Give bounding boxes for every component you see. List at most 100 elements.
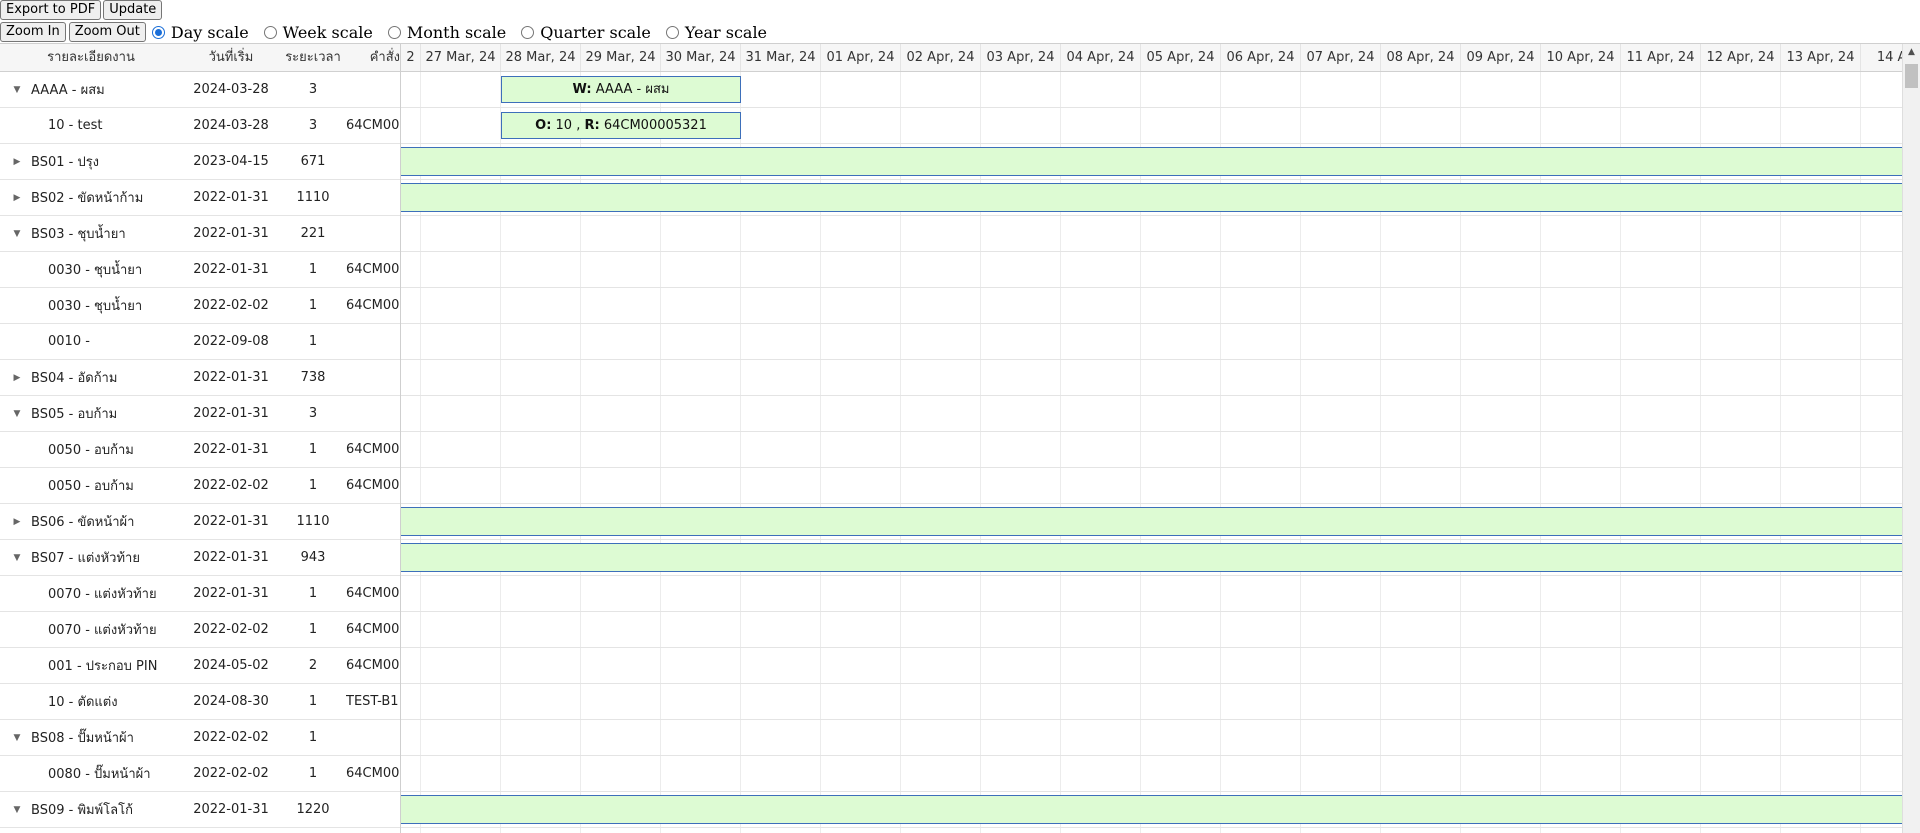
task-name: BS04 - อัดก้าม xyxy=(31,371,118,386)
task-start-cell: 2024-03-28 xyxy=(193,82,269,97)
radio-label: Year scale xyxy=(684,22,768,42)
table-row[interactable]: ▶ BS06 - ขัดหน้าผ้า 2022-01-31 1110 xyxy=(0,504,400,540)
zoom-out-button[interactable]: Zoom Out xyxy=(68,22,146,42)
scale-radio-year-scale[interactable]: Year scale xyxy=(665,22,768,42)
table-row[interactable]: 0050 - อบก้าม 2022-02-02 1 64CM00 xyxy=(0,468,400,504)
gantt-bar-task[interactable]: W: AAAA - ผสม xyxy=(501,76,741,103)
table-row[interactable]: 0070 - แต่งหัวท้าย 2022-01-31 1 64CM00 xyxy=(0,576,400,612)
task-order-cell: 64CM00 xyxy=(346,766,400,781)
table-row[interactable]: ▶ BS02 - ขัดหน้าก้าม 2022-01-31 1110 xyxy=(0,180,400,216)
task-name-cell: 10 - ตัดแต่ง xyxy=(0,691,182,712)
column-header-order[interactable]: คำสั่ง xyxy=(346,44,400,71)
gantt-bar-summary[interactable] xyxy=(401,507,1902,536)
bar-label-key: R: xyxy=(584,118,600,133)
radio-button-icon[interactable] xyxy=(665,25,679,39)
table-row[interactable]: 0070 - แต่งหัวท้าย 2022-02-02 1 64CM00 xyxy=(0,612,400,648)
timeline-row xyxy=(401,216,1902,252)
radio-button-icon[interactable] xyxy=(151,25,165,39)
column-header-name[interactable]: รายละเอียดงาน xyxy=(0,44,182,71)
collapse-icon[interactable]: ▼ xyxy=(12,409,22,419)
radio-button-icon[interactable] xyxy=(387,25,401,39)
expand-icon[interactable]: ▶ xyxy=(12,193,22,203)
task-name-cell: ▶ BS01 - ปรุง xyxy=(0,151,182,172)
gantt-bar-summary[interactable] xyxy=(401,795,1902,824)
table-row[interactable]: ▼ BS07 - แต่งหัวท้าย 2022-01-31 943 xyxy=(0,540,400,576)
task-start-cell: 2022-02-02 xyxy=(193,298,269,313)
task-order-cell: TEST-B1 xyxy=(346,694,399,709)
collapse-icon[interactable]: ▼ xyxy=(12,553,22,563)
task-start-cell: 2022-09-08 xyxy=(193,334,269,349)
task-name-cell: 001 - ประกอบ PIN xyxy=(0,655,182,676)
table-row[interactable]: ▼ BS03 - ชุบน้ำยา 2022-01-31 221 xyxy=(0,216,400,252)
gantt-bar-task[interactable]: O: 10 , R: 64CM00005321 xyxy=(501,112,741,139)
timeline-row xyxy=(401,144,1902,180)
scale-radio-day-scale[interactable]: Day scale xyxy=(151,23,249,42)
collapse-icon[interactable]: ▼ xyxy=(12,805,22,815)
update-button[interactable]: Update xyxy=(103,0,163,20)
timeline-row xyxy=(401,684,1902,720)
scrollbar-thumb[interactable] xyxy=(1905,64,1918,88)
table-row[interactable]: 0050 - อบก้าม 2022-01-31 1 64CM00 xyxy=(0,432,400,468)
task-name: BS03 - ชุบน้ำยา xyxy=(31,227,126,242)
table-row[interactable]: ▼ BS09 - พิมพ์โลโก้ 2022-01-31 1220 xyxy=(0,792,400,828)
task-duration-cell: 1 xyxy=(308,730,318,745)
task-name: 10 - test xyxy=(48,118,103,133)
timeline-area: 2 27 Mar, 24 28 Mar, 24 29 Mar, 24 30 Mar, 2… xyxy=(401,44,1902,833)
table-row[interactable]: ▼ BS08 - ปั๊มหน้าผ้า 2022-02-02 1 xyxy=(0,720,400,756)
table-row[interactable]: ▶ BS04 - อัดก้าม 2022-01-31 738 xyxy=(0,360,400,396)
task-duration-cell: 1110 xyxy=(296,190,330,205)
expand-icon[interactable]: ▶ xyxy=(12,517,22,527)
expand-icon[interactable]: ▶ xyxy=(12,157,22,167)
scroll-up-icon[interactable]: ▲ xyxy=(1903,44,1920,61)
task-name-cell: ▼ BS07 - แต่งหัวท้าย xyxy=(0,547,182,568)
table-row[interactable]: 0080 - ปั๊มหน้าผ้า 2022-02-02 1 64CM00 xyxy=(0,756,400,792)
task-name-cell: ▶ BS02 - ขัดหน้าก้าม xyxy=(0,187,182,208)
table-row[interactable]: 10 - test 2024-03-28 3 64CM00 xyxy=(0,108,400,144)
gantt-bar-summary[interactable] xyxy=(401,147,1902,176)
grid-rows: ▼ AAAA - ผสม 2024-03-28 3 10 - test 2024-03-2… xyxy=(0,72,400,828)
scale-radio-group: Day scale Week scale Month scale Quarter sc… xyxy=(149,23,779,42)
scale-radio-week-scale[interactable]: Week scale xyxy=(263,23,373,42)
table-row[interactable]: ▼ BS05 - อบก้าม 2022-01-31 3 xyxy=(0,396,400,432)
table-row[interactable]: 0030 - ชุบน้ำยา 2022-01-31 1 64CM00 xyxy=(0,252,400,288)
table-row[interactable]: 0030 - ชุบน้ำยา 2022-02-02 1 64CM00 xyxy=(0,288,400,324)
gantt-chart: รายละเอียดงาน วันที่เริ่ม ระยะเวลา คำสั่… xyxy=(0,43,1920,833)
collapse-icon[interactable]: ▼ xyxy=(12,229,22,239)
task-duration-cell: 2 xyxy=(308,658,318,673)
vertical-scrollbar[interactable]: ▲ xyxy=(1902,44,1920,833)
task-duration-cell: 1 xyxy=(308,586,318,601)
timeline-day-label: 12 Apr, 24 xyxy=(1701,44,1781,71)
radio-button-icon[interactable] xyxy=(521,25,535,39)
task-name: BS06 - ขัดหน้าผ้า xyxy=(31,515,135,530)
column-header-duration[interactable]: ระยะเวลา xyxy=(280,44,346,71)
table-row[interactable]: ▶ BS01 - ปรุง 2023-04-15 671 xyxy=(0,144,400,180)
zoom-in-button[interactable]: Zoom In xyxy=(0,22,66,42)
gantt-bar-summary[interactable] xyxy=(401,543,1902,572)
collapse-icon[interactable]: ▼ xyxy=(12,733,22,743)
scale-radio-month-scale[interactable]: Month scale xyxy=(387,23,506,42)
timeline-scale: 2 27 Mar, 24 28 Mar, 24 29 Mar, 24 30 Mar, 2… xyxy=(401,44,1902,72)
expand-icon[interactable]: ▶ xyxy=(12,373,22,383)
table-row[interactable]: 001 - ประกอบ PIN 2024-05-02 2 64CM00 xyxy=(0,648,400,684)
task-start-cell: 2022-02-02 xyxy=(193,730,269,745)
task-start-cell: 2022-01-31 xyxy=(193,442,269,457)
table-row[interactable]: 10 - ตัดแต่ง 2024-08-30 1 TEST-B1 xyxy=(0,684,400,720)
column-header-start[interactable]: วันที่เริ่ม xyxy=(182,44,280,71)
timeline-row xyxy=(401,792,1902,828)
task-start-cell: 2022-01-31 xyxy=(193,190,269,205)
gantt-bar-summary[interactable] xyxy=(401,183,1902,212)
table-row[interactable]: 0010 - 2022-09-08 1 xyxy=(0,324,400,360)
timeline-row xyxy=(401,648,1902,684)
collapse-icon[interactable]: ▼ xyxy=(12,85,22,95)
export-pdf-button[interactable]: Export to PDF xyxy=(0,0,102,20)
grid-header: รายละเอียดงาน วันที่เริ่ม ระยะเวลา คำสั่… xyxy=(0,44,400,72)
task-name: 0030 - ชุบน้ำยา xyxy=(48,263,143,278)
radio-button-icon[interactable] xyxy=(263,25,277,39)
task-name: AAAA - ผสม xyxy=(31,83,105,98)
table-row[interactable]: ▼ AAAA - ผสม 2024-03-28 3 xyxy=(0,72,400,108)
scale-radio-quarter-scale[interactable]: Quarter scale xyxy=(521,23,651,42)
task-duration-cell: 1 xyxy=(308,334,318,349)
timeline-day-label: 13 Apr, 24 xyxy=(1781,44,1861,71)
timeline-row: W: AAAA - ผสม xyxy=(401,72,1902,108)
timeline-row xyxy=(401,180,1902,216)
